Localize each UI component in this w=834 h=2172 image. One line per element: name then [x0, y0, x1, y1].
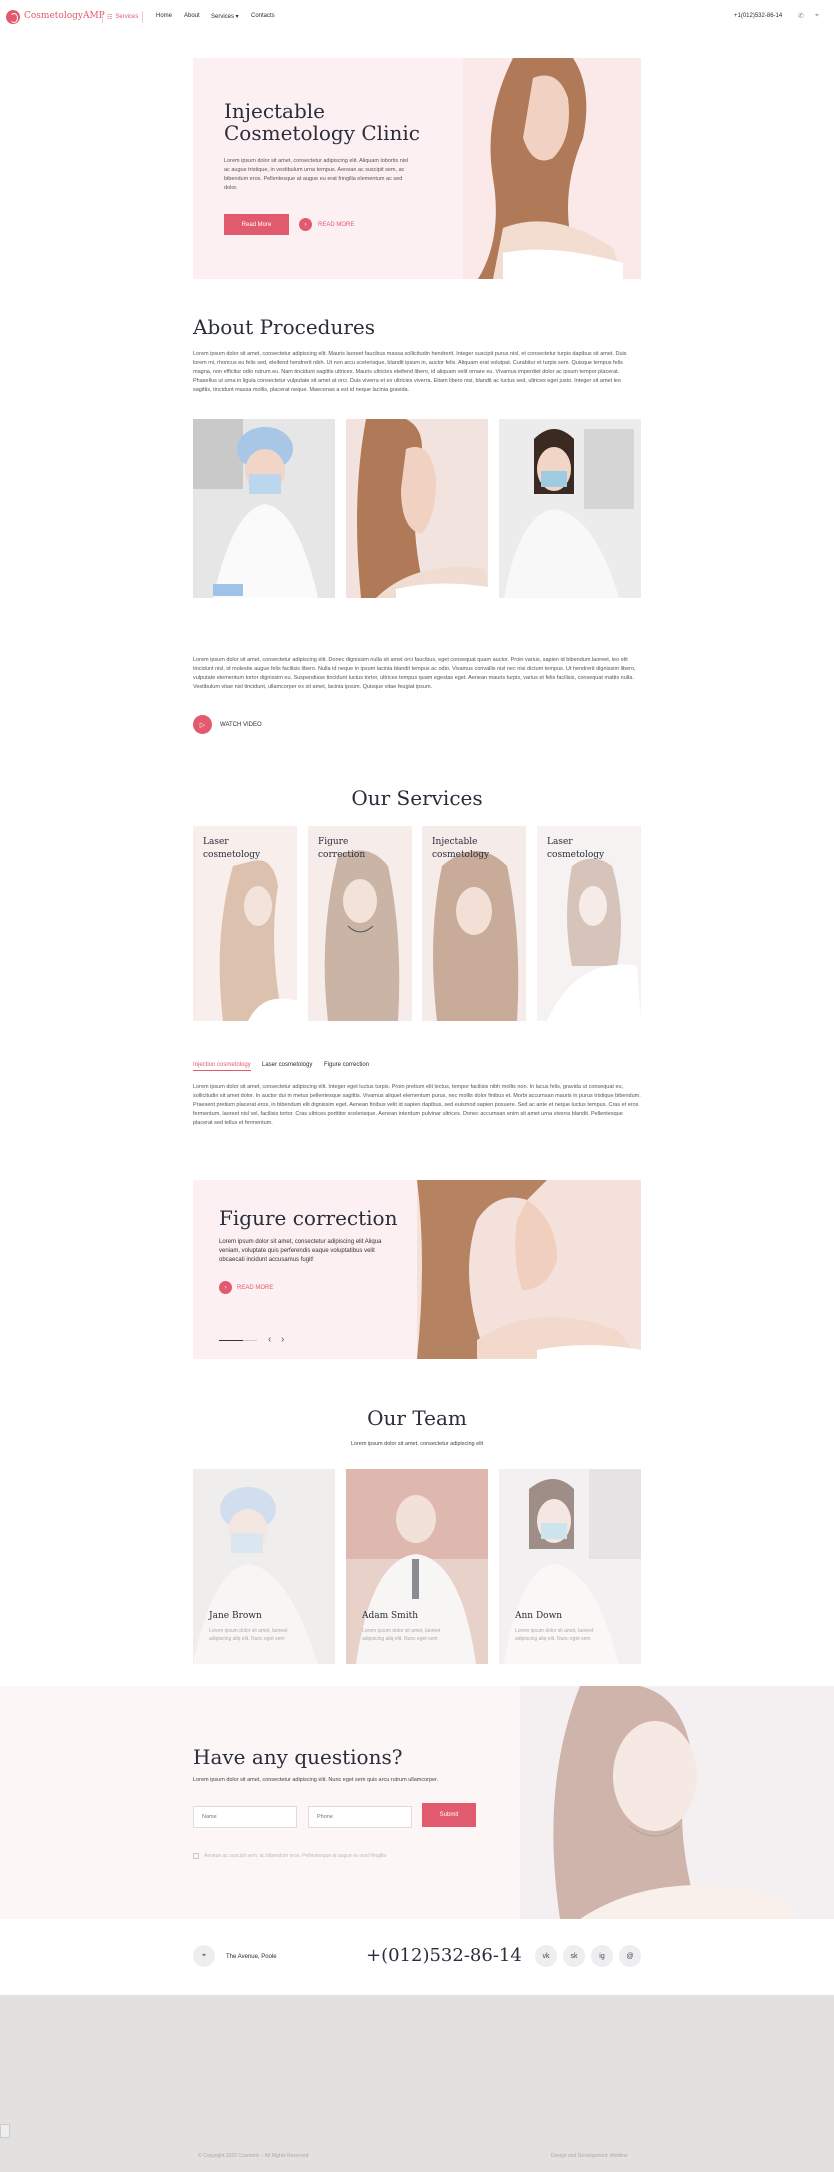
about-text: Lorem ipsum dolor sit amet, consectetur … — [193, 351, 627, 393]
nav-services[interactable]: Services ▾ — [211, 13, 239, 20]
vk-icon[interactable]: vk — [535, 1945, 557, 1967]
services-button-label: Services — [115, 14, 139, 20]
scroll-handle[interactable] — [0, 2124, 10, 2138]
footer-address: The Avenue, Poole — [226, 1954, 277, 1960]
hero-read-more-link[interactable]: READ MORE — [318, 222, 354, 228]
nav-home[interactable]: Home — [156, 13, 172, 19]
phone-field[interactable]: Phone — [308, 1806, 412, 1828]
read-more-button[interactable]: Read More — [224, 214, 289, 235]
watch-video-link[interactable]: WATCH VIDEO — [220, 722, 262, 728]
service-card-label: Figure correction — [318, 836, 365, 862]
team-member-text: Lorem ipsum dolor sit amet, laoreet adip… — [209, 1628, 288, 1642]
logo-text[interactable]: CosmetologyAMP — [24, 11, 105, 21]
service-card-label-line1: Figure — [318, 837, 349, 847]
team-member-text: Lorem ipsum dolor sit amet, laoreet adip… — [362, 1628, 441, 1642]
service-card-label-line1: Laser — [203, 837, 229, 847]
hero-title-line1: Injectable — [224, 99, 326, 123]
hero-model-image — [463, 58, 641, 279]
contact-subtitle: Lorem ipsum dolor sit amet, consectetur … — [193, 1777, 439, 1783]
team-card[interactable]: Adam Smith Lorem ipsum dolor sit amet, l… — [346, 1469, 488, 1664]
promo-title: Figure correction — [219, 1206, 398, 1230]
hero-title-line2: Cosmetology Clinic — [224, 121, 420, 145]
service-card-label-line2: cosmetology — [432, 850, 490, 860]
nav-contacts[interactable]: Contacts — [251, 13, 275, 19]
services-title: Our Services — [351, 786, 483, 810]
tab-content-text: Lorem ipsum dolor sit amet, consectetur … — [193, 1084, 641, 1126]
service-card-label-line2: correction — [318, 850, 366, 860]
service-card-label-line1: Laser — [547, 837, 573, 847]
service-card[interactable]: Injectable cosmetology — [422, 826, 526, 1021]
team-member-name: Jane Brown — [209, 1611, 262, 1621]
photo-doctor — [193, 419, 335, 598]
prev-arrow-icon[interactable]: ‹ — [268, 1334, 271, 1345]
submit-button[interactable]: Submit — [422, 1803, 476, 1827]
service-card-label: Laser cosmetology — [203, 836, 260, 862]
service-card-label: Injectable cosmetology — [432, 836, 489, 862]
header-phone[interactable]: +1(012)532-86-14 — [734, 13, 782, 19]
contact-model-image — [520, 1686, 834, 1919]
agree-text: Aenean ac suscipit sem, ac bibendum eros… — [204, 1853, 387, 1859]
slider-progress-fill — [219, 1340, 243, 1341]
mail-icon[interactable]: @ — [619, 1945, 641, 1967]
promo-arrow-icon[interactable]: › — [219, 1281, 232, 1294]
footer-band — [0, 1995, 834, 2172]
footer-credit: Design and Development: Webline — [551, 2153, 628, 2159]
footer-copyright: © Copyright 2022 Cosmetic – All Rights R… — [198, 2153, 309, 2159]
services-button[interactable]: ☷ Services — [102, 11, 144, 23]
contact-title: Have any questions? — [193, 1745, 403, 1769]
tab-injection-cosmetology[interactable]: Injection cosmetology — [193, 1062, 251, 1071]
about-title: About Procedures — [193, 315, 376, 339]
tab-figure-correction[interactable]: Figure correction — [324, 1062, 369, 1068]
hero-text: Lorem ipsum dolor sit amet, consectetur … — [224, 158, 409, 191]
service-card[interactable]: Laser cosmetology — [537, 826, 641, 1021]
location-icon[interactable]: ⌖ — [815, 12, 819, 20]
service-card-label-line2: cosmetology — [203, 850, 261, 860]
slider-progress — [219, 1340, 257, 1341]
phone-icon[interactable]: ✆ — [798, 12, 804, 20]
logo-icon[interactable] — [6, 10, 20, 24]
service-card-label-line1: Injectable — [432, 837, 478, 847]
promo-text: Lorem ipsum dolor sit amet, consectetur … — [219, 1239, 382, 1263]
hero-title: Injectable Cosmetology Clinic — [224, 100, 420, 144]
team-card[interactable]: Ann Down Lorem ipsum dolor sit amet, lao… — [499, 1469, 641, 1664]
service-card-label: Laser cosmetology — [547, 836, 604, 862]
name-field[interactable]: Name — [193, 1806, 297, 1828]
team-subtitle: Lorem ipsum dolor sit amet, consectetur … — [350, 1441, 484, 1447]
team-member-name: Ann Down — [515, 1611, 563, 1621]
photo-model — [346, 419, 488, 598]
instagram-icon[interactable]: ig — [591, 1945, 613, 1967]
promo-image — [417, 1180, 641, 1359]
team-member-text: Lorem ipsum dolor sit amet, laoreet adip… — [515, 1628, 594, 1642]
team-title: Our Team — [367, 1406, 467, 1430]
tab-laser-cosmetology[interactable]: Laser cosmetology — [262, 1062, 312, 1068]
next-arrow-icon[interactable]: › — [281, 1334, 284, 1345]
arrow-icon[interactable]: › — [299, 218, 312, 231]
grid-icon: ☷ — [107, 14, 113, 21]
promo-read-more-link[interactable]: READ MORE — [237, 1285, 273, 1291]
team-member-name: Adam Smith — [362, 1611, 419, 1621]
map-pin-icon: ⌖ — [193, 1945, 215, 1967]
play-icon[interactable]: ▷ — [193, 715, 212, 734]
service-card-label-line2: cosmetology — [547, 850, 605, 860]
agree-checkbox[interactable] — [193, 1853, 199, 1859]
nav-about[interactable]: About — [184, 13, 200, 19]
about-text-2: Lorem ipsum dolor sit amet, consectetur … — [193, 657, 636, 690]
skype-icon[interactable]: sk — [563, 1945, 585, 1967]
team-card[interactable]: Jane Brown Lorem ipsum dolor sit amet, l… — [193, 1469, 335, 1664]
service-card[interactable]: Laser cosmetology — [193, 826, 297, 1021]
footer-phone[interactable]: +(012)532-86-14 — [366, 1945, 522, 1966]
service-card[interactable]: Figure correction — [308, 826, 412, 1021]
photo-nurse — [499, 419, 641, 598]
